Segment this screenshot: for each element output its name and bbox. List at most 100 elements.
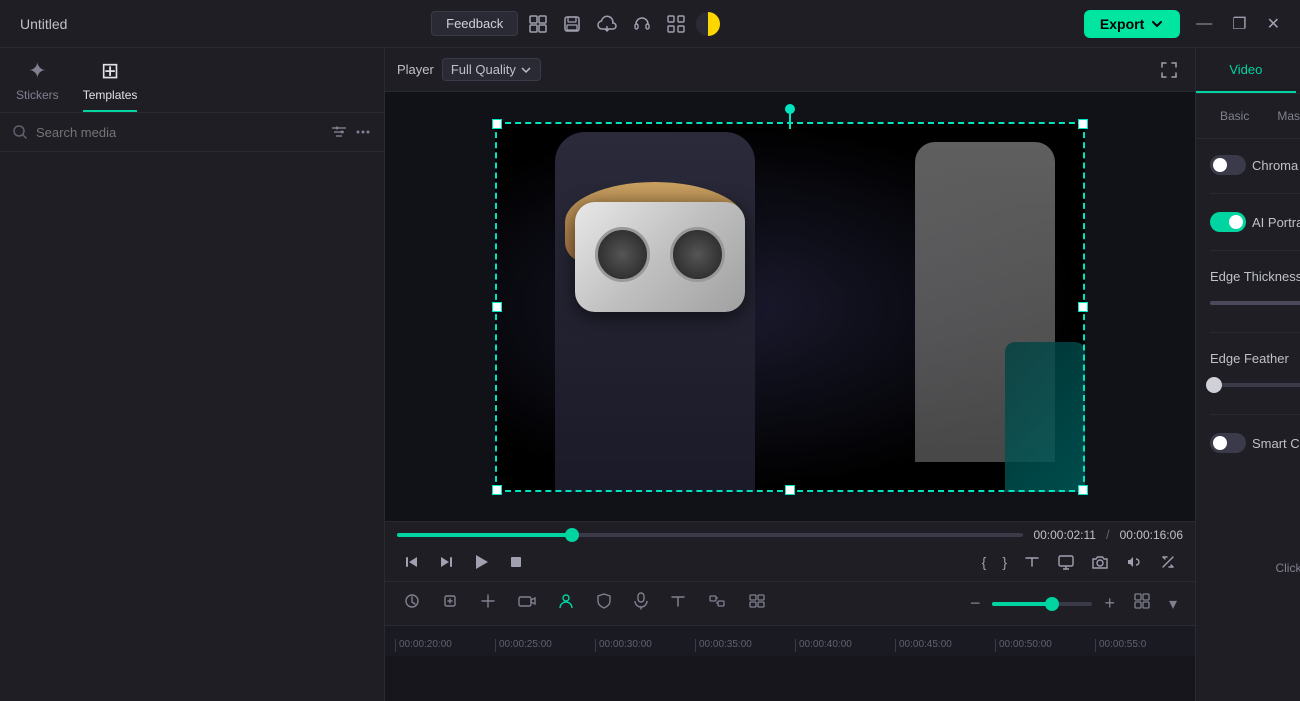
feedback-button[interactable]: Feedback — [431, 11, 518, 36]
timeline-toolbar: − + ▾ — [385, 582, 1195, 626]
tab-templates[interactable]: ⊞ Templates — [83, 58, 138, 112]
edge-feather-thumb[interactable] — [1206, 377, 1222, 393]
fullscreen-icon — [1159, 60, 1179, 80]
text-tl-btn[interactable] — [663, 588, 693, 619]
theme-toggle[interactable] — [696, 12, 720, 36]
maximize-button[interactable]: ❐ — [1224, 10, 1254, 38]
close-button[interactable]: ✕ — [1259, 10, 1288, 38]
tab-stickers[interactable]: ✦ Stickers — [16, 58, 59, 112]
stickers-tab-icon: ✦ — [28, 58, 46, 84]
cloud-icon-btn[interactable] — [592, 10, 622, 38]
preview-area — [385, 92, 1195, 521]
right-panel: Video Color Speed Basic Mask AI Tools Ch… — [1195, 48, 1300, 701]
main-content: ✦ Stickers ⊞ Templates — [0, 48, 1300, 701]
zoom-out-button[interactable]: − — [964, 589, 987, 618]
camera-icon — [1091, 553, 1109, 571]
fit-view-button[interactable] — [435, 588, 465, 619]
playback-group-left — [397, 548, 531, 576]
progress-fill — [397, 533, 572, 537]
volume-icon — [1125, 553, 1143, 571]
save-icon — [562, 14, 582, 34]
grid-tl-btn[interactable] — [1127, 588, 1157, 619]
monitor-button[interactable] — [1051, 549, 1081, 575]
mark-out-button[interactable]: } — [996, 550, 1013, 574]
play-button[interactable] — [465, 548, 497, 576]
ruler-mark: 00:00:35:00 — [695, 639, 795, 652]
transform-button[interactable] — [1153, 549, 1183, 575]
fullscreen-icon-btn[interactable] — [1155, 56, 1183, 84]
search-input[interactable] — [36, 125, 322, 140]
cloud-icon — [596, 14, 618, 34]
undo-button[interactable] — [397, 588, 427, 619]
person-icon-btn[interactable] — [551, 588, 581, 619]
sticker-icon — [747, 592, 767, 610]
save-icon-btn[interactable] — [558, 10, 586, 38]
ai-portrait-row: AI Portrait — [1210, 212, 1300, 232]
headphone-icon-btn[interactable] — [628, 10, 656, 38]
quality-select[interactable]: Full Quality — [442, 58, 541, 81]
volume-button[interactable] — [1119, 549, 1149, 575]
progress-thumb[interactable] — [565, 528, 579, 542]
headphone-icon — [632, 14, 652, 34]
edge-thickness-header: Edge Thickness — [1210, 269, 1300, 284]
top-bar-center: Feedback — [431, 10, 720, 38]
clock-icon — [403, 592, 421, 610]
time-total: 00:00:16:06 — [1120, 528, 1183, 542]
fx-btn[interactable] — [701, 588, 733, 619]
camera-button[interactable] — [1085, 549, 1115, 575]
edge-feather-header: Edge Feather — [1210, 351, 1300, 366]
step-forward-button[interactable] — [431, 549, 461, 575]
export-button[interactable]: Export — [1084, 10, 1180, 38]
timeline: − + ▾ — [385, 581, 1195, 701]
grid-icon-btn[interactable] — [662, 10, 690, 38]
chroma-key-toggle[interactable] — [1210, 155, 1246, 175]
chroma-key-label: Chroma Key ? — [1210, 155, 1300, 175]
edge-feather-label: Edge Feather — [1210, 351, 1289, 366]
video-icon — [517, 592, 537, 610]
subtab-mask[interactable]: Mask — [1265, 104, 1300, 128]
shield-btn[interactable] — [589, 588, 619, 619]
edge-thickness-fill — [1210, 301, 1300, 305]
left-tabs: ✦ Stickers ⊞ Templates — [0, 48, 384, 113]
minimize-button[interactable]: — — [1188, 10, 1220, 38]
tab-color[interactable]: Color — [1296, 48, 1300, 93]
monitor-icon — [1057, 553, 1075, 571]
playback-controls: { } — [397, 548, 1183, 576]
stop-button[interactable] — [501, 549, 531, 575]
zoom-in-button[interactable]: + — [1098, 589, 1121, 618]
tab-video[interactable]: Video — [1196, 48, 1296, 93]
sticker-tl-btn[interactable] — [741, 588, 773, 619]
handle-top-center[interactable] — [785, 104, 795, 114]
playback-group-right: { } — [976, 549, 1183, 575]
progress-track[interactable] — [397, 533, 1023, 537]
smart-cutout-row: Smart Cutout — [1210, 433, 1300, 453]
more-icon[interactable] — [354, 123, 372, 141]
ai-portrait-toggle[interactable] — [1210, 212, 1246, 232]
smart-cutout-text: Click to start Smart Cutout — [1210, 561, 1300, 575]
timeline-ruler: 00:00:20:0000:00:25:0000:00:30:0000:00:3… — [385, 626, 1195, 656]
chevron-down-icon — [1150, 17, 1164, 31]
filter-icon[interactable] — [330, 123, 348, 141]
zoom-thumb[interactable] — [1045, 597, 1059, 611]
edge-thickness-track[interactable] — [1210, 301, 1300, 305]
smart-cutout-toggle[interactable] — [1210, 433, 1246, 453]
split-button[interactable] — [473, 588, 503, 619]
divider-3 — [1210, 332, 1300, 333]
right-tabs: Video Color Speed — [1196, 48, 1300, 94]
chevron-down-tl-btn[interactable]: ▾ — [1163, 590, 1183, 618]
text-overlay-button[interactable] — [1017, 549, 1047, 575]
layout-icon-btn[interactable] — [524, 10, 552, 38]
edge-feather-track[interactable] — [1210, 383, 1300, 387]
video-background — [495, 122, 1085, 492]
player-bar: Player Full Quality — [385, 48, 1195, 92]
subtab-basic[interactable]: Basic — [1208, 104, 1261, 128]
mark-in-button[interactable]: { — [976, 550, 993, 574]
search-actions — [330, 123, 372, 141]
camera-timeline-btn[interactable] — [511, 588, 543, 619]
zoom-slider[interactable] — [992, 602, 1092, 606]
step-back-button[interactable] — [397, 549, 427, 575]
layout-icon — [528, 14, 548, 34]
stickers-tab-label: Stickers — [16, 88, 59, 102]
ruler-marks: 00:00:20:0000:00:25:0000:00:30:0000:00:3… — [385, 639, 1195, 652]
mic-btn[interactable] — [627, 588, 655, 619]
